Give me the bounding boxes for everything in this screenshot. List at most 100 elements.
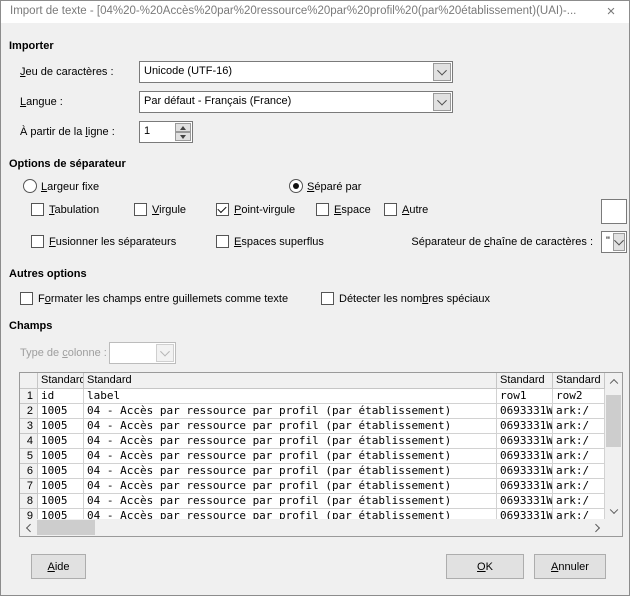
charset-value: Unicode (UTF-16) <box>144 65 432 77</box>
vertical-scrollbar[interactable] <box>605 373 622 519</box>
preview-cell: row1 <box>497 389 553 404</box>
preview-cell: ark:/ <box>553 509 605 519</box>
horizontal-scrollbar-thumb[interactable] <box>37 520 95 535</box>
other-label[interactable]: Autre <box>402 204 428 216</box>
preview-row: 3100504 - Accès par ressource par profil… <box>20 419 605 434</box>
fixed-width-radio[interactable] <box>23 179 37 193</box>
separated-by-radio[interactable] <box>289 179 303 193</box>
preview-cell: 1005 <box>38 464 84 479</box>
scroll-up-icon[interactable] <box>605 373 622 390</box>
special-numbers-checkbox[interactable] <box>321 292 334 305</box>
merge-delimiters-checkbox[interactable] <box>31 235 44 248</box>
preview-cell: ark:/ <box>553 464 605 479</box>
other-separator-input[interactable] <box>601 199 627 224</box>
preview-cell: ark:/ <box>553 479 605 494</box>
preview-cell: 04 - Accès par ressource par profil (par… <box>84 509 497 519</box>
preview-table-body: StandardStandardStandardStandard1idlabel… <box>20 373 605 519</box>
space-checkbox[interactable] <box>316 203 329 216</box>
scroll-down-icon[interactable] <box>605 502 622 519</box>
other-options-section-label: Autres options <box>9 268 87 280</box>
row-number-cell: 6 <box>20 464 38 479</box>
other-checkbox[interactable] <box>384 203 397 216</box>
special-numbers-label[interactable]: Détecter les nombres spéciaux <box>339 293 490 305</box>
preview-row: 2100504 - Accès par ressource par profil… <box>20 404 605 419</box>
quoted-as-text-label[interactable]: Formater les champs entre guillemets com… <box>38 293 288 305</box>
vertical-scrollbar-thumb[interactable] <box>606 395 621 447</box>
preview-cell: ark:/ <box>553 449 605 464</box>
trim-spaces-checkbox[interactable] <box>216 235 229 248</box>
language-combobox[interactable]: Par défaut - Français (France) <box>139 91 453 113</box>
preview-row: 6100504 - Accès par ressource par profil… <box>20 464 605 479</box>
language-value: Par défaut - Français (France) <box>144 95 432 107</box>
preview-cell: 1005 <box>38 494 84 509</box>
preview-cell: ark:/ <box>553 434 605 449</box>
import-section-label: Importer <box>9 40 54 52</box>
preview-cell: 04 - Accès par ressource par profil (par… <box>84 449 497 464</box>
preview-cell: 1005 <box>38 419 84 434</box>
scrollbar-corner <box>605 519 622 536</box>
preview-row: 9100504 - Accès par ressource par profil… <box>20 509 605 519</box>
preview-cell: 04 - Accès par ressource par profil (par… <box>84 464 497 479</box>
horizontal-scrollbar[interactable] <box>20 519 605 536</box>
window-title: Import de texte - [04%20-%20Accès%20par%… <box>10 5 576 17</box>
separated-by-label[interactable]: Séparé par <box>307 181 361 193</box>
chevron-down-icon[interactable] <box>433 93 451 111</box>
preview-column-header[interactable]: Standard <box>497 373 553 389</box>
preview-cell: 1005 <box>38 404 84 419</box>
column-type-label: Type de colonne : <box>20 347 107 359</box>
preview-cell: 0693331W <box>497 509 553 519</box>
comma-checkbox[interactable] <box>134 203 147 216</box>
preview-cell: 0693331W <box>497 494 553 509</box>
preview-column-header[interactable]: Standard <box>38 373 84 389</box>
tab-label[interactable]: Tabulation <box>49 204 99 216</box>
trim-spaces-label[interactable]: Espaces superflus <box>234 236 324 248</box>
text-import-dialog: Import de texte - [04%20-%20Accès%20par%… <box>0 0 630 596</box>
preview-cell: 0693331W <box>497 479 553 494</box>
row-number-cell: 7 <box>20 479 38 494</box>
fixed-width-label[interactable]: Largeur fixe <box>41 181 99 193</box>
preview-cell: ark:/ <box>553 419 605 434</box>
close-icon[interactable]: × <box>596 1 626 23</box>
chevron-down-icon[interactable] <box>433 63 451 81</box>
chevron-down-icon[interactable] <box>613 233 625 251</box>
string-delimiter-combobox[interactable]: " <box>601 231 627 253</box>
fields-section-label: Champs <box>9 320 52 332</box>
charset-combobox[interactable]: Unicode (UTF-16) <box>139 61 453 83</box>
title-bar: Import de texte - [04%20-%20Accès%20par%… <box>1 1 629 23</box>
preview-corner-cell[interactable] <box>20 373 38 389</box>
preview-cell: row2 <box>553 389 605 404</box>
from-row-stepper[interactable]: 1 <box>139 121 193 143</box>
preview-column-header[interactable]: Standard <box>84 373 497 389</box>
preview-cell: 04 - Accès par ressource par profil (par… <box>84 419 497 434</box>
cancel-button[interactable]: Annuler <box>534 554 606 579</box>
scroll-left-icon[interactable] <box>20 519 37 536</box>
preview-cell: 04 - Accès par ressource par profil (par… <box>84 494 497 509</box>
chevron-down-icon <box>156 344 174 362</box>
charset-label: Jeu de caractères : <box>20 66 114 78</box>
preview-cell: 0693331W <box>497 449 553 464</box>
preview-cell: label <box>84 389 497 404</box>
semicolon-label[interactable]: Point-virgule <box>234 204 295 216</box>
quoted-as-text-checkbox[interactable] <box>20 292 33 305</box>
tab-checkbox[interactable] <box>31 203 44 216</box>
column-type-combobox <box>109 342 176 364</box>
help-button[interactable]: Aide <box>31 554 86 579</box>
scroll-right-icon[interactable] <box>588 519 605 536</box>
from-row-value: 1 <box>144 125 150 137</box>
merge-delimiters-label[interactable]: Fusionner les séparateurs <box>49 236 176 248</box>
preview-row: 4100504 - Accès par ressource par profil… <box>20 434 605 449</box>
from-row-label: À partir de la ligne : <box>20 126 115 138</box>
preview-cell: 04 - Accès par ressource par profil (par… <box>84 404 497 419</box>
semicolon-checkbox[interactable] <box>216 203 229 216</box>
ok-button[interactable]: OK <box>446 554 524 579</box>
preview-row: 1idlabelrow1row2 <box>20 389 605 404</box>
row-number-cell: 8 <box>20 494 38 509</box>
spinner-up-icon[interactable] <box>175 123 191 132</box>
preview-cell: ark:/ <box>553 404 605 419</box>
space-label[interactable]: Espace <box>334 204 371 216</box>
preview-cell: 1005 <box>38 449 84 464</box>
spinner-down-icon[interactable] <box>175 132 191 141</box>
preview-column-header[interactable]: Standard <box>553 373 605 389</box>
preview-header-row: StandardStandardStandardStandard <box>20 373 605 389</box>
comma-label[interactable]: Virgule <box>152 204 186 216</box>
